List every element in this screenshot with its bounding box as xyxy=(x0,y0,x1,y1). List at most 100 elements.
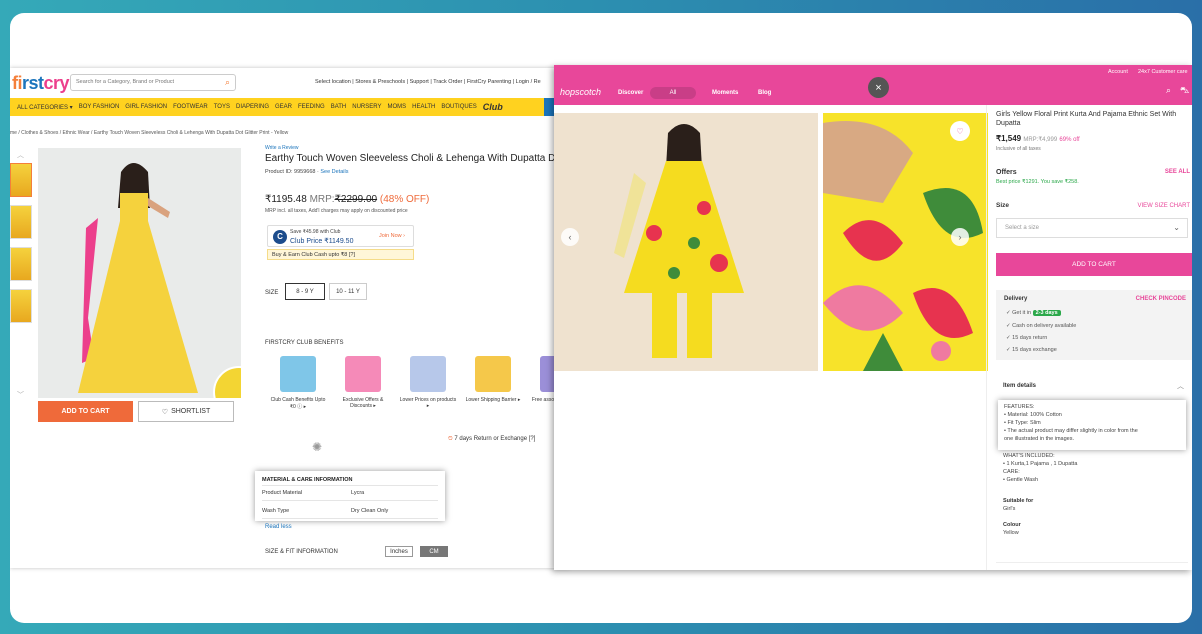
price-row: ₹1195.48 MRP:₹2299.00 (48% OFF) xyxy=(265,194,429,205)
club-price: Club Price ₹1149.50 xyxy=(290,238,354,245)
nav-all-categories[interactable]: ALL CATEGORIES ▾ xyxy=(17,104,73,111)
add-to-cart-button[interactable]: ADD TO CART xyxy=(38,401,133,422)
benefit-label: Lower Prices on products ▸ xyxy=(399,397,457,409)
whats-included-value: • 1 Kurta,1 Pajama , 1 Dupatta xyxy=(1003,460,1078,467)
material-value: Lycra xyxy=(351,490,365,496)
nav-boutiques[interactable]: BOUTIQUES xyxy=(441,104,476,110)
firstcry-logo[interactable]: firstcry xyxy=(12,73,70,94)
size-option-10-11y[interactable]: 10 - 11 Y xyxy=(329,283,367,300)
product-image-1[interactable]: ‹ xyxy=(554,113,818,371)
delivery-point: ✓ Cash on delivery available xyxy=(1006,323,1077,329)
see-details-link[interactable]: See Details xyxy=(320,169,348,175)
benefit-shipping[interactable]: Lower Shipping Barrier ▸ xyxy=(463,356,523,403)
suitable-section: Suitable for Girl's xyxy=(1003,498,1033,514)
nav-feeding[interactable]: FEEDING xyxy=(298,104,325,110)
add-to-cart-button[interactable]: ADD TO CART xyxy=(996,253,1192,276)
nav-boy-fashion[interactable]: BOY FASHION xyxy=(79,104,120,110)
material-heading: MATERIAL & CARE INFORMATION xyxy=(262,477,353,483)
benefit-label: Club Cash Benefits Upto ₹0 ⓘ ▸ xyxy=(270,397,326,410)
check-pincode-link[interactable]: CHECK PINCODE xyxy=(1136,296,1186,302)
hopscotch-logo[interactable]: hopscotch xyxy=(560,87,601,97)
girl-lehenga-illustration xyxy=(38,148,241,398)
chevron-up-icon[interactable]: ︿ xyxy=(1177,381,1184,391)
discount: 69% off xyxy=(1059,137,1080,143)
girl-kurta-illustration xyxy=(554,113,818,371)
product-main-image[interactable] xyxy=(38,148,241,398)
nav-bath[interactable]: BATH xyxy=(331,104,347,110)
see-all-link[interactable]: SEE ALL xyxy=(1165,169,1190,175)
benefit-lower-prices[interactable]: Lower Prices on products ▸ xyxy=(398,356,458,409)
discount: (48% OFF) xyxy=(379,194,430,205)
read-less-link[interactable]: Read less xyxy=(265,524,292,530)
thumbnail[interactable] xyxy=(10,205,32,239)
top-links[interactable]: Select location | Stores & Preschools | … xyxy=(315,79,541,85)
feature-item: • Material: 100% Cotton xyxy=(1004,411,1062,418)
features-box: FEATURES: • Material: 100% Cotton • Fit … xyxy=(998,400,1186,450)
return-clock-icon: ⏲ xyxy=(448,436,453,442)
customer-care-link[interactable]: 24x7 Customer care xyxy=(1138,69,1188,75)
close-icon[interactable]: × xyxy=(868,77,889,98)
size-option-8-9y[interactable]: 8 - 9 Y xyxy=(285,283,325,300)
nav-girl-fashion[interactable]: GIRL FASHION xyxy=(125,104,167,110)
next-image-chevron-icon[interactable]: › xyxy=(951,228,969,246)
truck-icon xyxy=(475,356,511,392)
join-now-link[interactable]: Join Now › xyxy=(379,233,405,239)
thumbnail[interactable] xyxy=(10,289,32,323)
product-image-2[interactable]: › xyxy=(823,113,988,371)
delivery-eta: ✓ Get it in 2-3 days xyxy=(1006,310,1061,316)
thumb-up-chevron-icon[interactable]: ︿ xyxy=(17,150,24,160)
hopscotch-window: hopscotch Discover All Moments Blog × Ac… xyxy=(554,65,1192,570)
unit-inches-toggle[interactable]: Inches xyxy=(385,546,413,557)
previous-image-chevron-icon[interactable]: ‹ xyxy=(561,228,579,246)
hopscotch-header: hopscotch Discover All Moments Blog × Ac… xyxy=(554,65,1192,105)
breadcrumb[interactable]: me / Clothes & Shoes / Ethnic Wear / Ear… xyxy=(10,130,288,136)
shortlist-button[interactable]: ♡ SHORTLIST xyxy=(138,401,234,422)
nav-diapering[interactable]: DIAPERING xyxy=(236,104,269,110)
nav-blog[interactable]: Blog xyxy=(758,90,771,96)
unit-cm-toggle[interactable]: CM xyxy=(420,546,448,557)
thumbnail[interactable] xyxy=(10,247,32,281)
size-heading: Size xyxy=(996,202,1010,209)
club-benefits-heading: FIRSTCRY CLUB BENEFITS xyxy=(265,340,344,346)
suitable-heading: Suitable for xyxy=(1003,498,1034,504)
search-icon[interactable]: ⌕ xyxy=(1166,85,1171,96)
benefit-label: Exclusive Offers & Discounts ▸ xyxy=(342,397,384,409)
material-care-box: MATERIAL & CARE INFORMATION Product Mate… xyxy=(255,471,445,521)
loading-spinner-icon: ✺ xyxy=(312,440,323,454)
nav-toys[interactable]: TOYS xyxy=(214,104,230,110)
search-input[interactable]: Search for a Category, Brand or Product … xyxy=(70,74,236,91)
benefit-club-cash[interactable]: Club Cash Benefits Upto ₹0 ⓘ ▸ xyxy=(268,356,328,410)
nav-nursery[interactable]: NURSERY xyxy=(352,104,381,110)
account-link[interactable]: Account xyxy=(1108,69,1128,75)
size-select[interactable]: Select a size ⌄ xyxy=(996,218,1188,238)
divider xyxy=(986,105,987,570)
club-cash-icon xyxy=(280,356,316,392)
mrp-label: MRP: xyxy=(309,194,335,205)
heart-icon: ♡ xyxy=(161,408,169,416)
nav-footwear[interactable]: FOOTWEAR xyxy=(173,104,208,110)
write-review-link[interactable]: Write a Review xyxy=(265,145,299,151)
view-size-chart-link[interactable]: VIEW SIZE CHART xyxy=(1137,203,1190,209)
nav-club-logo[interactable]: Club xyxy=(483,102,503,112)
nav-health[interactable]: HEALTH xyxy=(412,104,435,110)
nav-gear[interactable]: GEAR xyxy=(275,104,292,110)
cart-icon[interactable]: ⛍ xyxy=(1180,85,1189,97)
nav-moms[interactable]: MOMS xyxy=(387,104,406,110)
returns-info[interactable]: ⏲ 7 days Return or Exchange [?] xyxy=(448,436,535,443)
firstcry-window: firstcry Search for a Category, Brand or… xyxy=(10,68,570,568)
feature-item: one illustrated in the images. xyxy=(1004,435,1075,442)
nav-moments[interactable]: Moments xyxy=(712,90,738,96)
thumb-down-chevron-icon[interactable]: ﹀ xyxy=(17,390,24,400)
divider xyxy=(262,485,438,486)
benefit-exclusive-offers[interactable]: Exclusive Offers & Discounts ▸ xyxy=(333,356,393,409)
thumbnail[interactable] xyxy=(10,163,32,197)
search-icon[interactable]: ⌕ xyxy=(225,77,230,88)
club-price-box[interactable]: C Save ₹45.98 with Club Club Price ₹1149… xyxy=(267,225,414,247)
returns-text: 7 days Return or Exchange [?] xyxy=(454,436,536,442)
item-details-heading[interactable]: Item details xyxy=(1003,383,1036,389)
product-title: Girls Yellow Floral Print Kurta And Paja… xyxy=(996,111,1177,128)
nav-all-pill[interactable]: All xyxy=(650,87,696,99)
nav-discover[interactable]: Discover xyxy=(618,90,643,96)
price: ₹1,549 xyxy=(996,134,1022,143)
wishlist-icon[interactable]: ♡ xyxy=(950,121,970,141)
